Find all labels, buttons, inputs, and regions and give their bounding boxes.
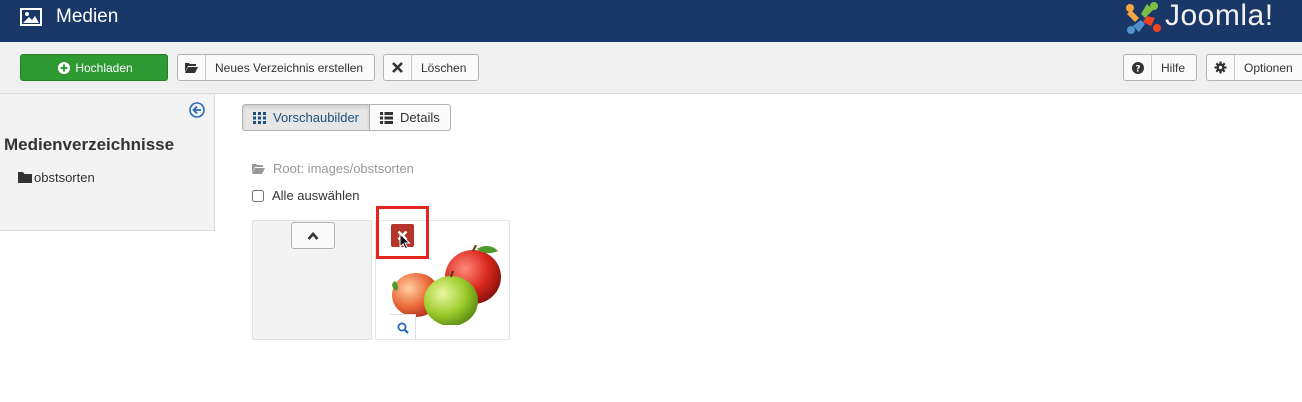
- folder-up-button[interactable]: [291, 222, 335, 249]
- select-all-checkbox[interactable]: [252, 189, 264, 202]
- breadcrumb-path: Root: images/obstsorten: [273, 161, 414, 176]
- new-folder-button[interactable]: Neues Verzeichnis erstellen: [177, 54, 375, 81]
- options-button[interactable]: Optionen: [1206, 54, 1302, 81]
- joomla-logo[interactable]: [1123, 0, 1163, 36]
- search-icon: [397, 322, 409, 334]
- list-icon: [380, 111, 393, 124]
- gear-icon: [1207, 55, 1235, 80]
- upload-button-label: Hochladen: [75, 60, 133, 75]
- brand-name: Joomla!: [1165, 0, 1274, 32]
- plus-circle-icon: [55, 55, 73, 80]
- folder-up-tile: [252, 220, 372, 340]
- view-toggle: Vorschaubilder Details: [242, 104, 451, 131]
- options-button-label: Optionen: [1244, 60, 1293, 75]
- folder-open-icon: [252, 164, 265, 174]
- preview-button[interactable]: [390, 314, 416, 339]
- apples-thumbnail: [392, 245, 501, 325]
- close-icon: [384, 55, 412, 80]
- chevron-up-icon: [307, 231, 319, 240]
- folder-icon: [18, 172, 32, 183]
- new-folder-button-label: Neues Verzeichnis erstellen: [215, 60, 364, 75]
- svg-text:?: ?: [1135, 64, 1140, 74]
- mouse-cursor-icon: [399, 233, 411, 250]
- grid-icon: [253, 111, 266, 124]
- image-tile[interactable]: [375, 220, 510, 340]
- upload-button[interactable]: Hochladen: [20, 54, 168, 81]
- help-button-label: Hilfe: [1161, 60, 1186, 75]
- folder-open-icon: [178, 55, 206, 80]
- toolbar: Hochladen Neues Verzeichnis erstellen Lö…: [0, 42, 1302, 94]
- sidebar-item-label: obstsorten: [34, 170, 95, 185]
- delete-button[interactable]: Löschen: [383, 54, 479, 81]
- select-all[interactable]: Alle auswählen: [252, 188, 359, 203]
- tab-thumbnails[interactable]: Vorschaubilder: [242, 104, 370, 131]
- tab-thumbnails-label: Vorschaubilder: [273, 110, 359, 125]
- select-all-label: Alle auswählen: [272, 188, 360, 203]
- image-icon: [20, 8, 42, 26]
- tab-details-label: Details: [400, 110, 440, 125]
- sidebar-item-obstsorten[interactable]: obstsorten: [18, 170, 95, 185]
- delete-button-label: Löschen: [421, 60, 467, 75]
- sidebar: Medienverzeichnisse obstsorten: [0, 94, 215, 231]
- sidebar-heading: Medienverzeichnisse: [4, 135, 175, 154]
- tab-details[interactable]: Details: [370, 104, 451, 131]
- arrow-circle-left-icon[interactable]: [189, 102, 205, 118]
- page-title: Medien: [56, 6, 119, 27]
- breadcrumb: Root: images/obstsorten: [252, 161, 414, 176]
- app-header: Medien Joomla!: [0, 0, 1302, 42]
- question-circle-icon: ?: [1124, 55, 1152, 80]
- help-button[interactable]: ? Hilfe: [1123, 54, 1197, 81]
